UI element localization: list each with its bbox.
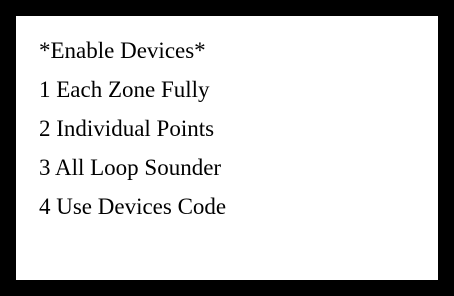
menu-item-individual-points[interactable]: 2 Individual Points (39, 112, 438, 151)
menu-item-use-devices-code[interactable]: 4 Use Devices Code (39, 190, 438, 229)
lcd-display-frame: *Enable Devices* 1 Each Zone Fully 2 Ind… (0, 0, 454, 296)
menu-item-each-zone-fully[interactable]: 1 Each Zone Fully (39, 73, 438, 112)
menu-item-all-loop-sounder[interactable]: 3 All Loop Sounder (39, 151, 438, 190)
lcd-screen: *Enable Devices* 1 Each Zone Fully 2 Ind… (16, 16, 438, 280)
menu-title: *Enable Devices* (39, 38, 206, 63)
